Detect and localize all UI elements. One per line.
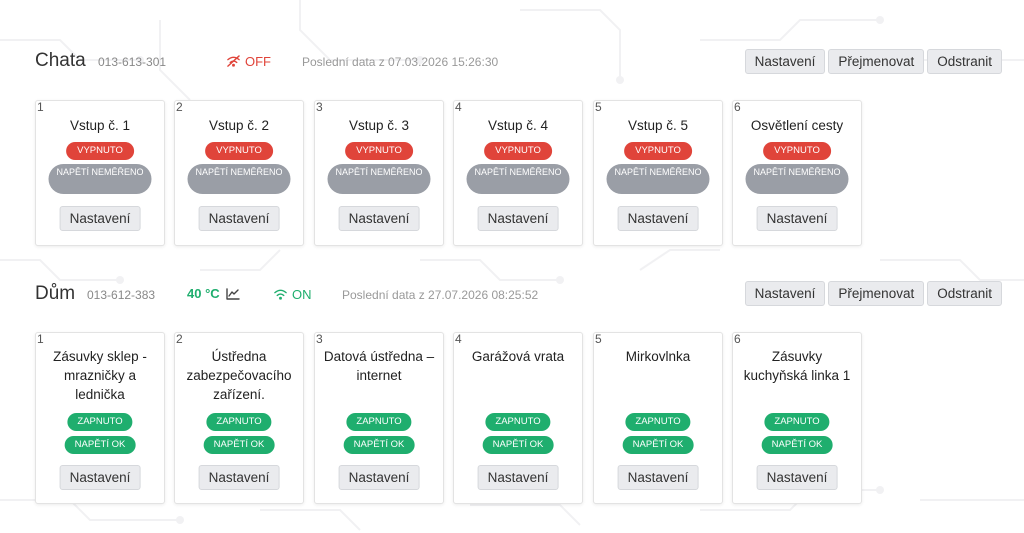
- output-number: 2: [176, 100, 183, 114]
- voltage-badge: NAPĚTÍ OK: [761, 436, 833, 454]
- output-title: Mirkovlnka: [625, 349, 691, 364]
- voltage-badge: NAPĚTÍ OK: [622, 436, 694, 454]
- output-card: 5 Mirkovlnka ZAPNUTO NAPĚTÍ OK Nastavení: [593, 332, 723, 504]
- state-badge: VYPNUTO: [624, 142, 692, 160]
- wifi-off-icon: [227, 55, 240, 67]
- state-badge: VYPNUTO: [345, 142, 413, 160]
- output-card: 2 Ústředna zabezpečovacího zařízení. ZAP…: [174, 332, 304, 504]
- output-card: 1 Vstup č. 1 VYPNUTO NAPĚTÍ NEMĚŘENO Nas…: [35, 100, 165, 246]
- voltage-badge: NAPĚTÍ NEMĚŘENO: [745, 164, 849, 194]
- output-title: Garážová vrata: [471, 349, 565, 364]
- output-card: 6 Osvětlení cesty VYPNUTO NAPĚTÍ NEMĚŘEN…: [732, 100, 862, 246]
- rename-button[interactable]: Přejmenovat: [828, 281, 925, 306]
- voltage-badge: NAPĚTÍ NEMĚŘENO: [327, 164, 431, 194]
- output-card: 4 Vstup č. 4 VYPNUTO NAPĚTÍ NEMĚŘENO Nas…: [453, 100, 583, 246]
- output-number: 4: [455, 332, 462, 346]
- output-settings-button[interactable]: Nastavení: [338, 206, 420, 231]
- state-badge: ZAPNUTO: [764, 413, 830, 431]
- output-card: 4 Garážová vrata ZAPNUTO NAPĚTÍ OK Nasta…: [453, 332, 583, 504]
- output-number: 5: [595, 332, 602, 346]
- voltage-badge: NAPĚTÍ OK: [64, 436, 136, 454]
- state-badge: VYPNUTO: [484, 142, 552, 160]
- output-title: Vstup č. 5: [627, 118, 689, 133]
- last-data: Poslední data z 07.03.2026 15:26:30: [302, 55, 499, 69]
- state-badge: ZAPNUTO: [485, 413, 551, 431]
- delete-button[interactable]: Odstranit: [927, 49, 1002, 74]
- device-actions: Nastavení Přejmenovat Odstranit: [744, 281, 1002, 306]
- output-settings-button[interactable]: Nastavení: [756, 206, 838, 231]
- delete-button[interactable]: Odstranit: [927, 281, 1002, 306]
- output-title: Zásuvky kuchyňská linka 1: [743, 349, 851, 383]
- rename-button[interactable]: Přejmenovat: [828, 49, 925, 74]
- voltage-badge: NAPĚTÍ OK: [343, 436, 415, 454]
- wifi-icon: [274, 289, 287, 300]
- device-actions: Nastavení Přejmenovat Odstranit: [744, 49, 1002, 74]
- state-badge: ZAPNUTO: [206, 413, 272, 431]
- output-number: 3: [316, 100, 323, 114]
- output-card: 6 Zásuvky kuchyňská linka 1 ZAPNUTO NAPĚ…: [732, 332, 862, 504]
- state-badge: ZAPNUTO: [346, 413, 412, 431]
- output-card: 5 Vstup č. 5 VYPNUTO NAPĚTÍ NEMĚŘENO Nas…: [593, 100, 723, 246]
- output-title: Vstup č. 3: [348, 118, 410, 133]
- device-name: Dům: [35, 283, 76, 304]
- output-card: 3 Datová ústředna – internet ZAPNUTO NAP…: [314, 332, 444, 504]
- connection-status: ON: [273, 287, 312, 302]
- voltage-badge: NAPĚTÍ NEMĚŘENO: [606, 164, 710, 194]
- state-badge: ZAPNUTO: [625, 413, 691, 431]
- output-title: Vstup č. 2: [208, 118, 270, 133]
- output-settings-button[interactable]: Nastavení: [477, 465, 559, 490]
- output-title: Vstup č. 1: [69, 118, 131, 133]
- output-settings-button[interactable]: Nastavení: [59, 465, 141, 490]
- voltage-badge: NAPĚTÍ NEMĚŘENO: [466, 164, 570, 194]
- output-card: 1 Zásuvky sklep - mrazničky a lednička Z…: [35, 332, 165, 504]
- output-settings-button[interactable]: Nastavení: [198, 465, 280, 490]
- output-number: 1: [37, 332, 44, 346]
- connection-status: OFF: [226, 54, 271, 69]
- output-card: 2 Vstup č. 2 VYPNUTO NAPĚTÍ NEMĚŘENO Nas…: [174, 100, 304, 246]
- state-badge: VYPNUTO: [205, 142, 273, 160]
- state-badge: ZAPNUTO: [67, 413, 133, 431]
- output-number: 4: [455, 100, 462, 114]
- output-settings-button[interactable]: Nastavení: [338, 465, 420, 490]
- output-title: Datová ústředna – internet: [323, 349, 435, 383]
- device-id: 013-612-383: [87, 288, 156, 302]
- device-id: 013-613-301: [98, 55, 167, 69]
- output-number: 2: [176, 332, 183, 346]
- output-settings-button[interactable]: Nastavení: [756, 465, 838, 490]
- temperature-value: 40 °C: [187, 286, 220, 301]
- voltage-badge: NAPĚTÍ NEMĚŘENO: [187, 164, 291, 194]
- state-badge: VYPNUTO: [763, 142, 831, 160]
- output-title: Zásuvky sklep - mrazničky a lednička: [53, 349, 147, 402]
- output-number: 6: [734, 100, 741, 114]
- output-settings-button[interactable]: Nastavení: [617, 465, 699, 490]
- output-card: 3 Vstup č. 3 VYPNUTO NAPĚTÍ NEMĚŘENO Nas…: [314, 100, 444, 246]
- state-badge: VYPNUTO: [66, 142, 134, 160]
- output-settings-button[interactable]: Nastavení: [59, 206, 141, 231]
- output-settings-button[interactable]: Nastavení: [617, 206, 699, 231]
- output-number: 1: [37, 100, 44, 114]
- output-number: 6: [734, 332, 741, 346]
- status-label: OFF: [245, 54, 271, 69]
- last-data: Poslední data z 27.07.2026 08:25:52: [342, 288, 539, 302]
- output-number: 5: [595, 100, 602, 114]
- output-settings-button[interactable]: Nastavení: [198, 206, 280, 231]
- voltage-badge: NAPĚTÍ NEMĚŘENO: [48, 164, 152, 194]
- output-number: 3: [316, 332, 323, 346]
- output-settings-button[interactable]: Nastavení: [477, 206, 559, 231]
- device-name: Chata: [35, 50, 86, 71]
- voltage-badge: NAPĚTÍ OK: [203, 436, 275, 454]
- output-title: Ústředna zabezpečovacího zařízení.: [186, 349, 292, 402]
- output-title: Vstup č. 4: [487, 118, 549, 133]
- line-chart-icon[interactable]: [225, 287, 240, 300]
- output-title: Osvětlení cesty: [750, 118, 844, 133]
- settings-button[interactable]: Nastavení: [744, 49, 826, 74]
- settings-button[interactable]: Nastavení: [744, 281, 826, 306]
- voltage-badge: NAPĚTÍ OK: [482, 436, 554, 454]
- temperature-reading[interactable]: 40 °C: [187, 286, 240, 301]
- status-label: ON: [292, 287, 312, 302]
